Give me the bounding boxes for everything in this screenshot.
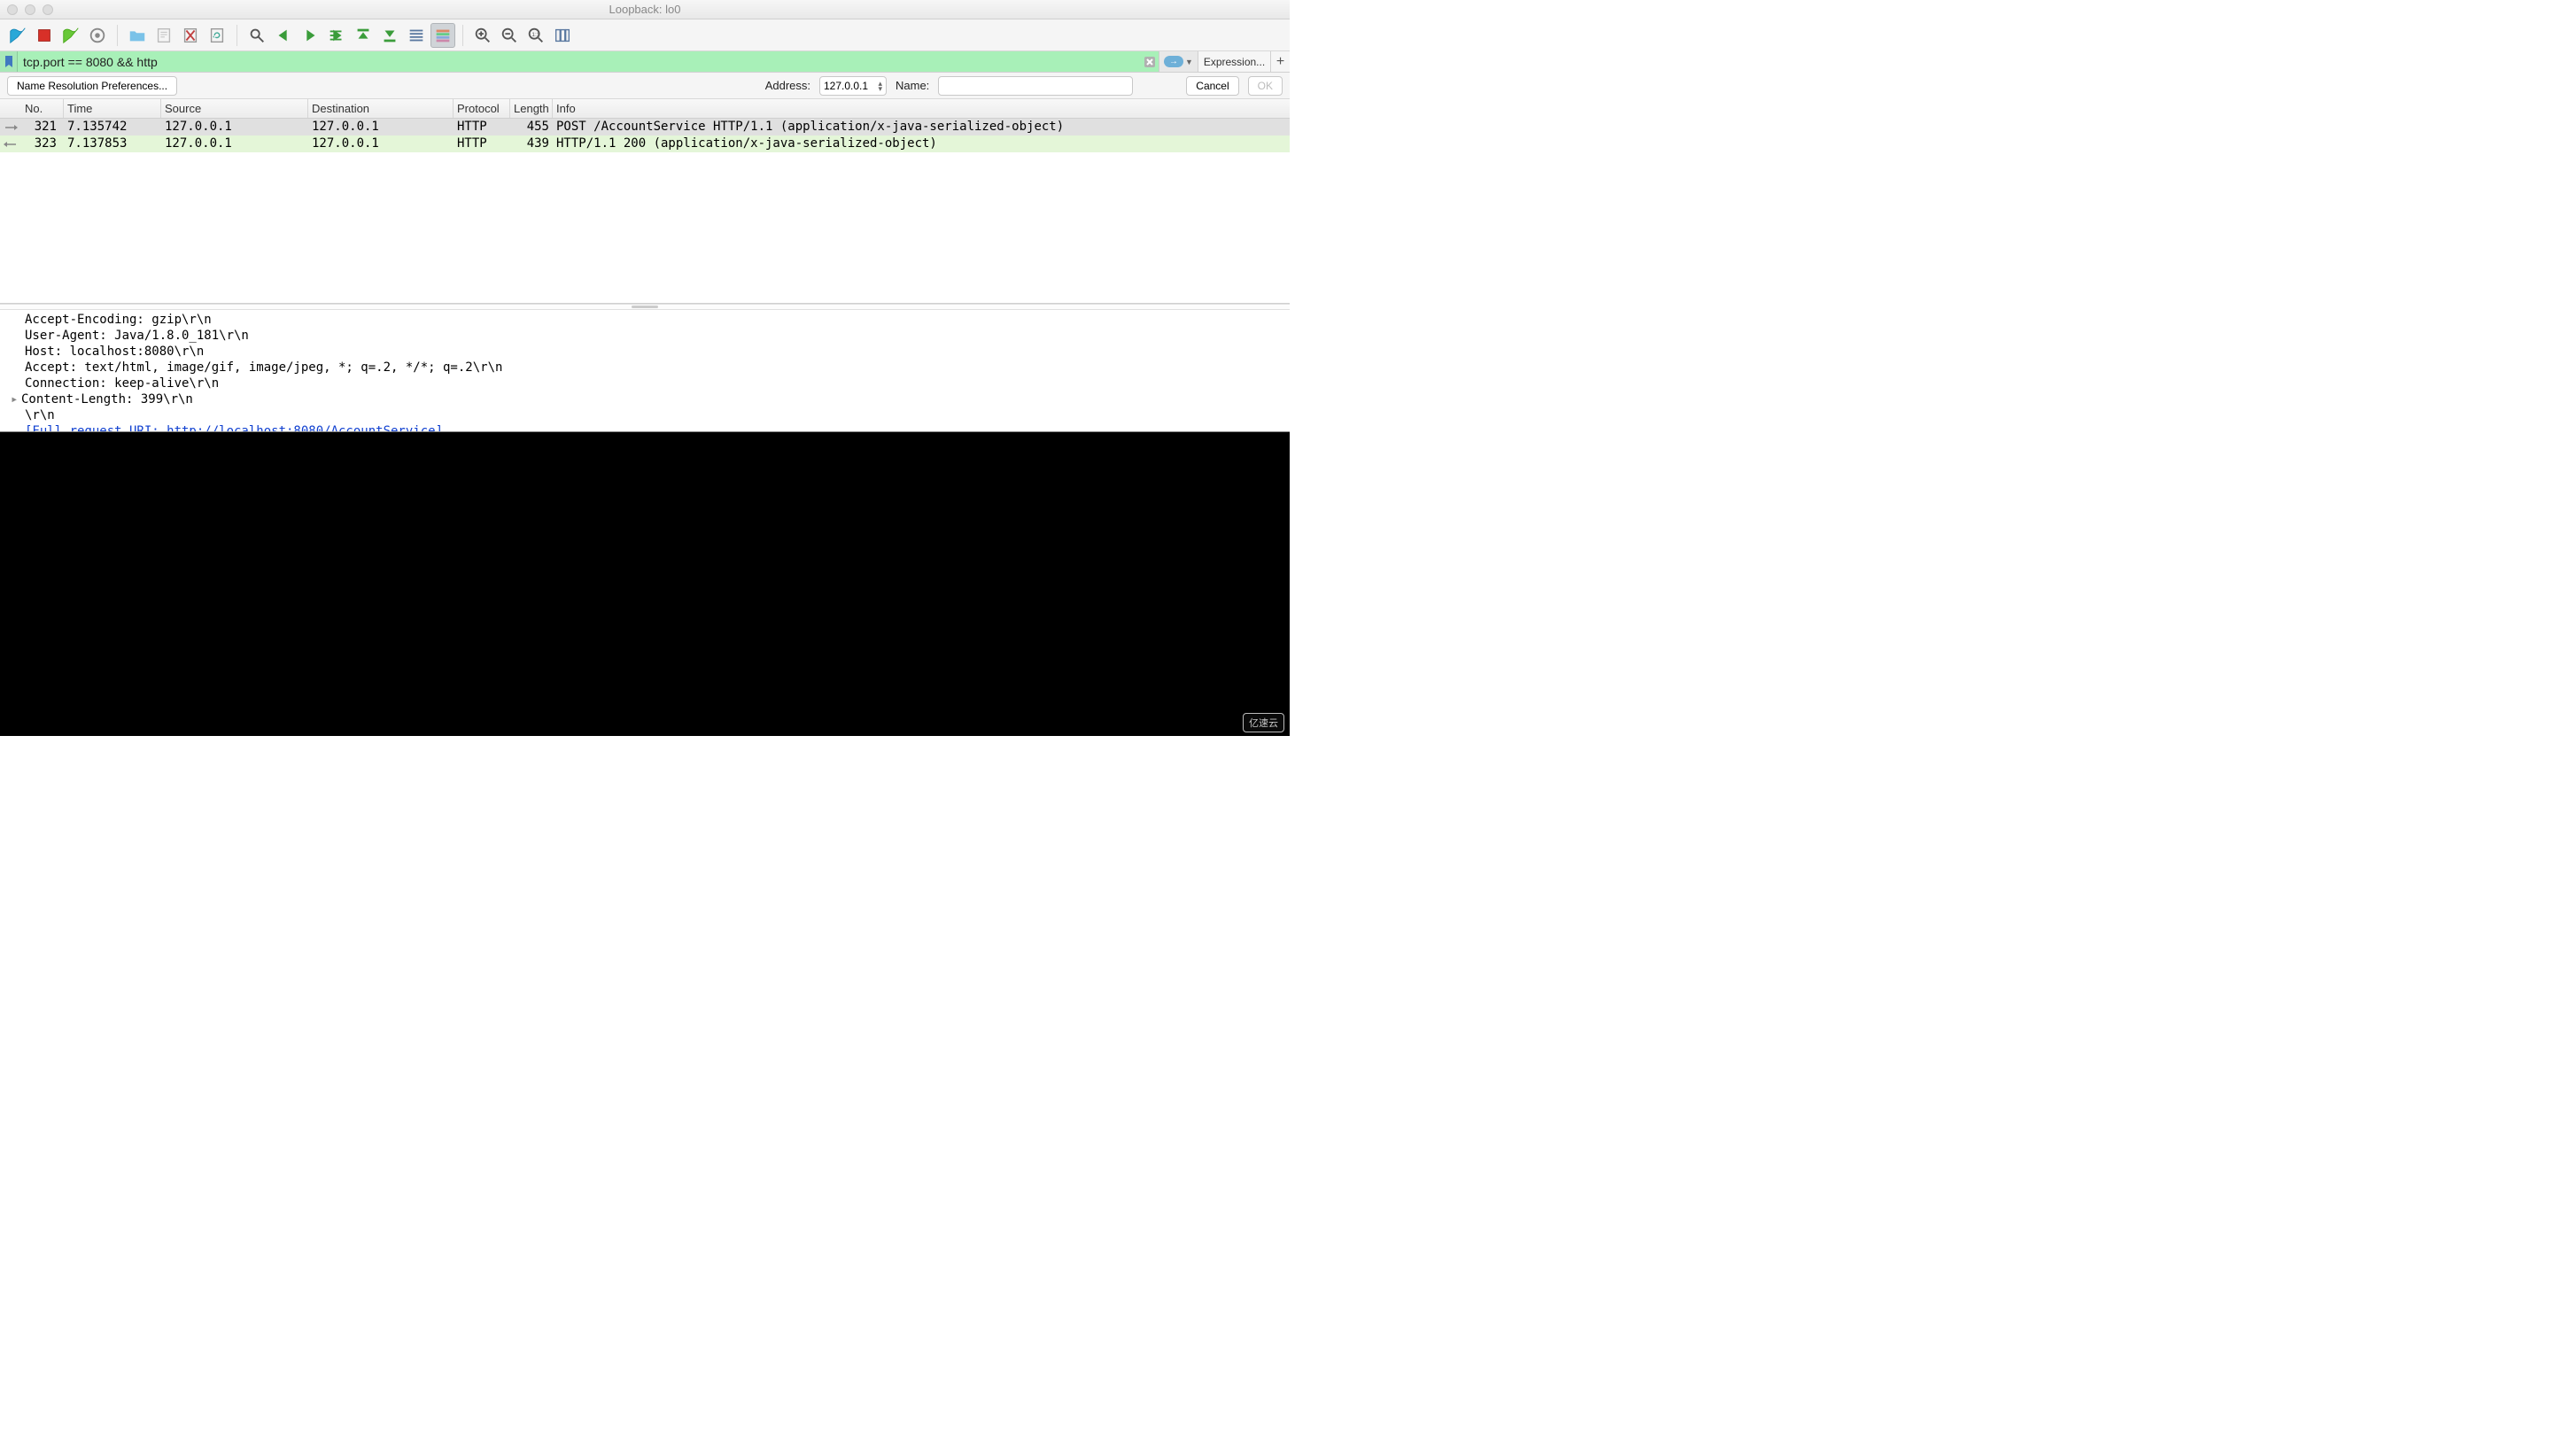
- packet-direction-icon: [0, 119, 21, 136]
- detail-line[interactable]: Accept: text/html, image/gif, image/jpeg…: [25, 360, 1290, 376]
- close-file-icon[interactable]: [178, 23, 203, 48]
- zoom-in-icon[interactable]: [470, 23, 495, 48]
- detail-line[interactable]: User-Agent: Java/1.8.0_181\r\n: [25, 328, 1290, 344]
- save-file-icon[interactable]: [151, 23, 176, 48]
- last-packet-icon[interactable]: [377, 23, 402, 48]
- go-back-icon[interactable]: [271, 23, 296, 48]
- cell-info: HTTP/1.1 200 (application/x-java-seriali…: [553, 136, 1290, 152]
- cell-destination: 127.0.0.1: [308, 119, 454, 136]
- toolbar-separator: [236, 25, 237, 46]
- cell-time: 7.135742: [64, 119, 161, 136]
- packet-list-empty-area: [0, 152, 1290, 303]
- packet-list: No. Time Source Destination Protocol Len…: [0, 99, 1290, 304]
- reload-file-icon[interactable]: [205, 23, 229, 48]
- cell-protocol: HTTP: [454, 119, 510, 136]
- name-resolution-bar: Name Resolution Preferences... Address: …: [0, 73, 1290, 99]
- toolbar-separator: [117, 25, 118, 46]
- display-filter-input[interactable]: [18, 51, 1141, 72]
- column-no[interactable]: No.: [21, 99, 64, 118]
- cell-source: 127.0.0.1: [161, 136, 308, 152]
- close-window-button[interactable]: [7, 4, 18, 15]
- cell-destination: 127.0.0.1: [308, 136, 454, 152]
- column-time[interactable]: Time: [64, 99, 161, 118]
- cell-no: 321: [21, 119, 64, 136]
- minimize-window-button[interactable]: [25, 4, 35, 15]
- zoom-reset-icon[interactable]: 1:1: [523, 23, 548, 48]
- detail-expandable-line[interactable]: ▸Content-Length: 399\r\n: [11, 391, 1290, 407]
- capture-options-icon[interactable]: [85, 23, 110, 48]
- address-select[interactable]: 127.0.0.1 ▴▾: [819, 76, 887, 96]
- cell-no: 323: [21, 136, 64, 152]
- window-title: Loopback: lo0: [0, 3, 1290, 16]
- column-protocol[interactable]: Protocol: [454, 99, 510, 118]
- address-label: Address:: [765, 79, 810, 92]
- start-capture-icon[interactable]: [5, 23, 30, 48]
- find-packet-icon[interactable]: [244, 23, 269, 48]
- packet-direction-icon: [0, 136, 21, 152]
- name-label: Name:: [896, 79, 929, 92]
- cropped-region: 亿速云: [0, 432, 1290, 736]
- packet-list-body[interactable]: 3217.135742127.0.0.1127.0.0.1HTTP455POST…: [0, 119, 1290, 152]
- go-forward-icon[interactable]: [298, 23, 322, 48]
- expression-button[interactable]: Expression...: [1198, 51, 1270, 72]
- table-row[interactable]: 3237.137853127.0.0.1127.0.0.1HTTP439HTTP…: [0, 136, 1290, 152]
- first-packet-icon[interactable]: [351, 23, 376, 48]
- column-info[interactable]: Info: [553, 99, 1290, 118]
- svg-text:1:1: 1:1: [531, 31, 539, 37]
- cell-info: POST /AccountService HTTP/1.1 (applicati…: [553, 119, 1290, 136]
- name-input[interactable]: [938, 76, 1133, 96]
- packet-details-pane[interactable]: Accept-Encoding: gzip\r\n User-Agent: Ja…: [0, 310, 1290, 432]
- add-filter-button[interactable]: +: [1270, 51, 1290, 72]
- detail-line[interactable]: \r\n: [25, 407, 1290, 423]
- resize-columns-icon[interactable]: [550, 23, 575, 48]
- column-length[interactable]: Length: [510, 99, 553, 118]
- stop-capture-icon[interactable]: [32, 23, 57, 48]
- pane-splitter[interactable]: [0, 304, 1290, 310]
- zoom-out-icon[interactable]: [497, 23, 522, 48]
- table-row[interactable]: 3217.135742127.0.0.1127.0.0.1HTTP455POST…: [0, 119, 1290, 136]
- cell-time: 7.137853: [64, 136, 161, 152]
- cancel-button[interactable]: Cancel: [1186, 76, 1238, 96]
- display-filter-bar: →▼ Expression... +: [0, 51, 1290, 73]
- detail-line[interactable]: Connection: keep-alive\r\n: [25, 376, 1290, 391]
- toolbar-separator: [462, 25, 463, 46]
- column-source[interactable]: Source: [161, 99, 308, 118]
- zoom-window-button[interactable]: [43, 4, 53, 15]
- cell-length: 455: [510, 119, 553, 136]
- watermark: 亿速云: [1243, 713, 1284, 732]
- detail-line[interactable]: Accept-Encoding: gzip\r\n: [25, 312, 1290, 328]
- restart-capture-icon[interactable]: [58, 23, 83, 48]
- title-bar: Loopback: lo0: [0, 0, 1290, 19]
- name-resolution-prefs-button[interactable]: Name Resolution Preferences...: [7, 76, 177, 96]
- detail-link-line[interactable]: [Full request URI: http://localhost:8080…: [25, 423, 1290, 432]
- ok-button[interactable]: OK: [1248, 76, 1283, 96]
- packet-list-header[interactable]: No. Time Source Destination Protocol Len…: [0, 99, 1290, 119]
- colorize-packets-icon[interactable]: [430, 23, 455, 48]
- main-toolbar: 1:1: [0, 19, 1290, 51]
- auto-scroll-icon[interactable]: [404, 23, 429, 48]
- cell-length: 439: [510, 136, 553, 152]
- cell-protocol: HTTP: [454, 136, 510, 152]
- cell-source: 127.0.0.1: [161, 119, 308, 136]
- detail-line[interactable]: Host: localhost:8080\r\n: [25, 344, 1290, 360]
- address-value: 127.0.0.1: [824, 80, 868, 92]
- column-destination[interactable]: Destination: [308, 99, 454, 118]
- filter-bookmark-icon[interactable]: [0, 51, 18, 72]
- jump-to-packet-icon[interactable]: [324, 23, 349, 48]
- clear-filter-icon[interactable]: [1141, 51, 1159, 72]
- open-file-icon[interactable]: [125, 23, 150, 48]
- apply-filter-dropdown[interactable]: →▼: [1159, 51, 1198, 72]
- window-controls: [0, 4, 53, 15]
